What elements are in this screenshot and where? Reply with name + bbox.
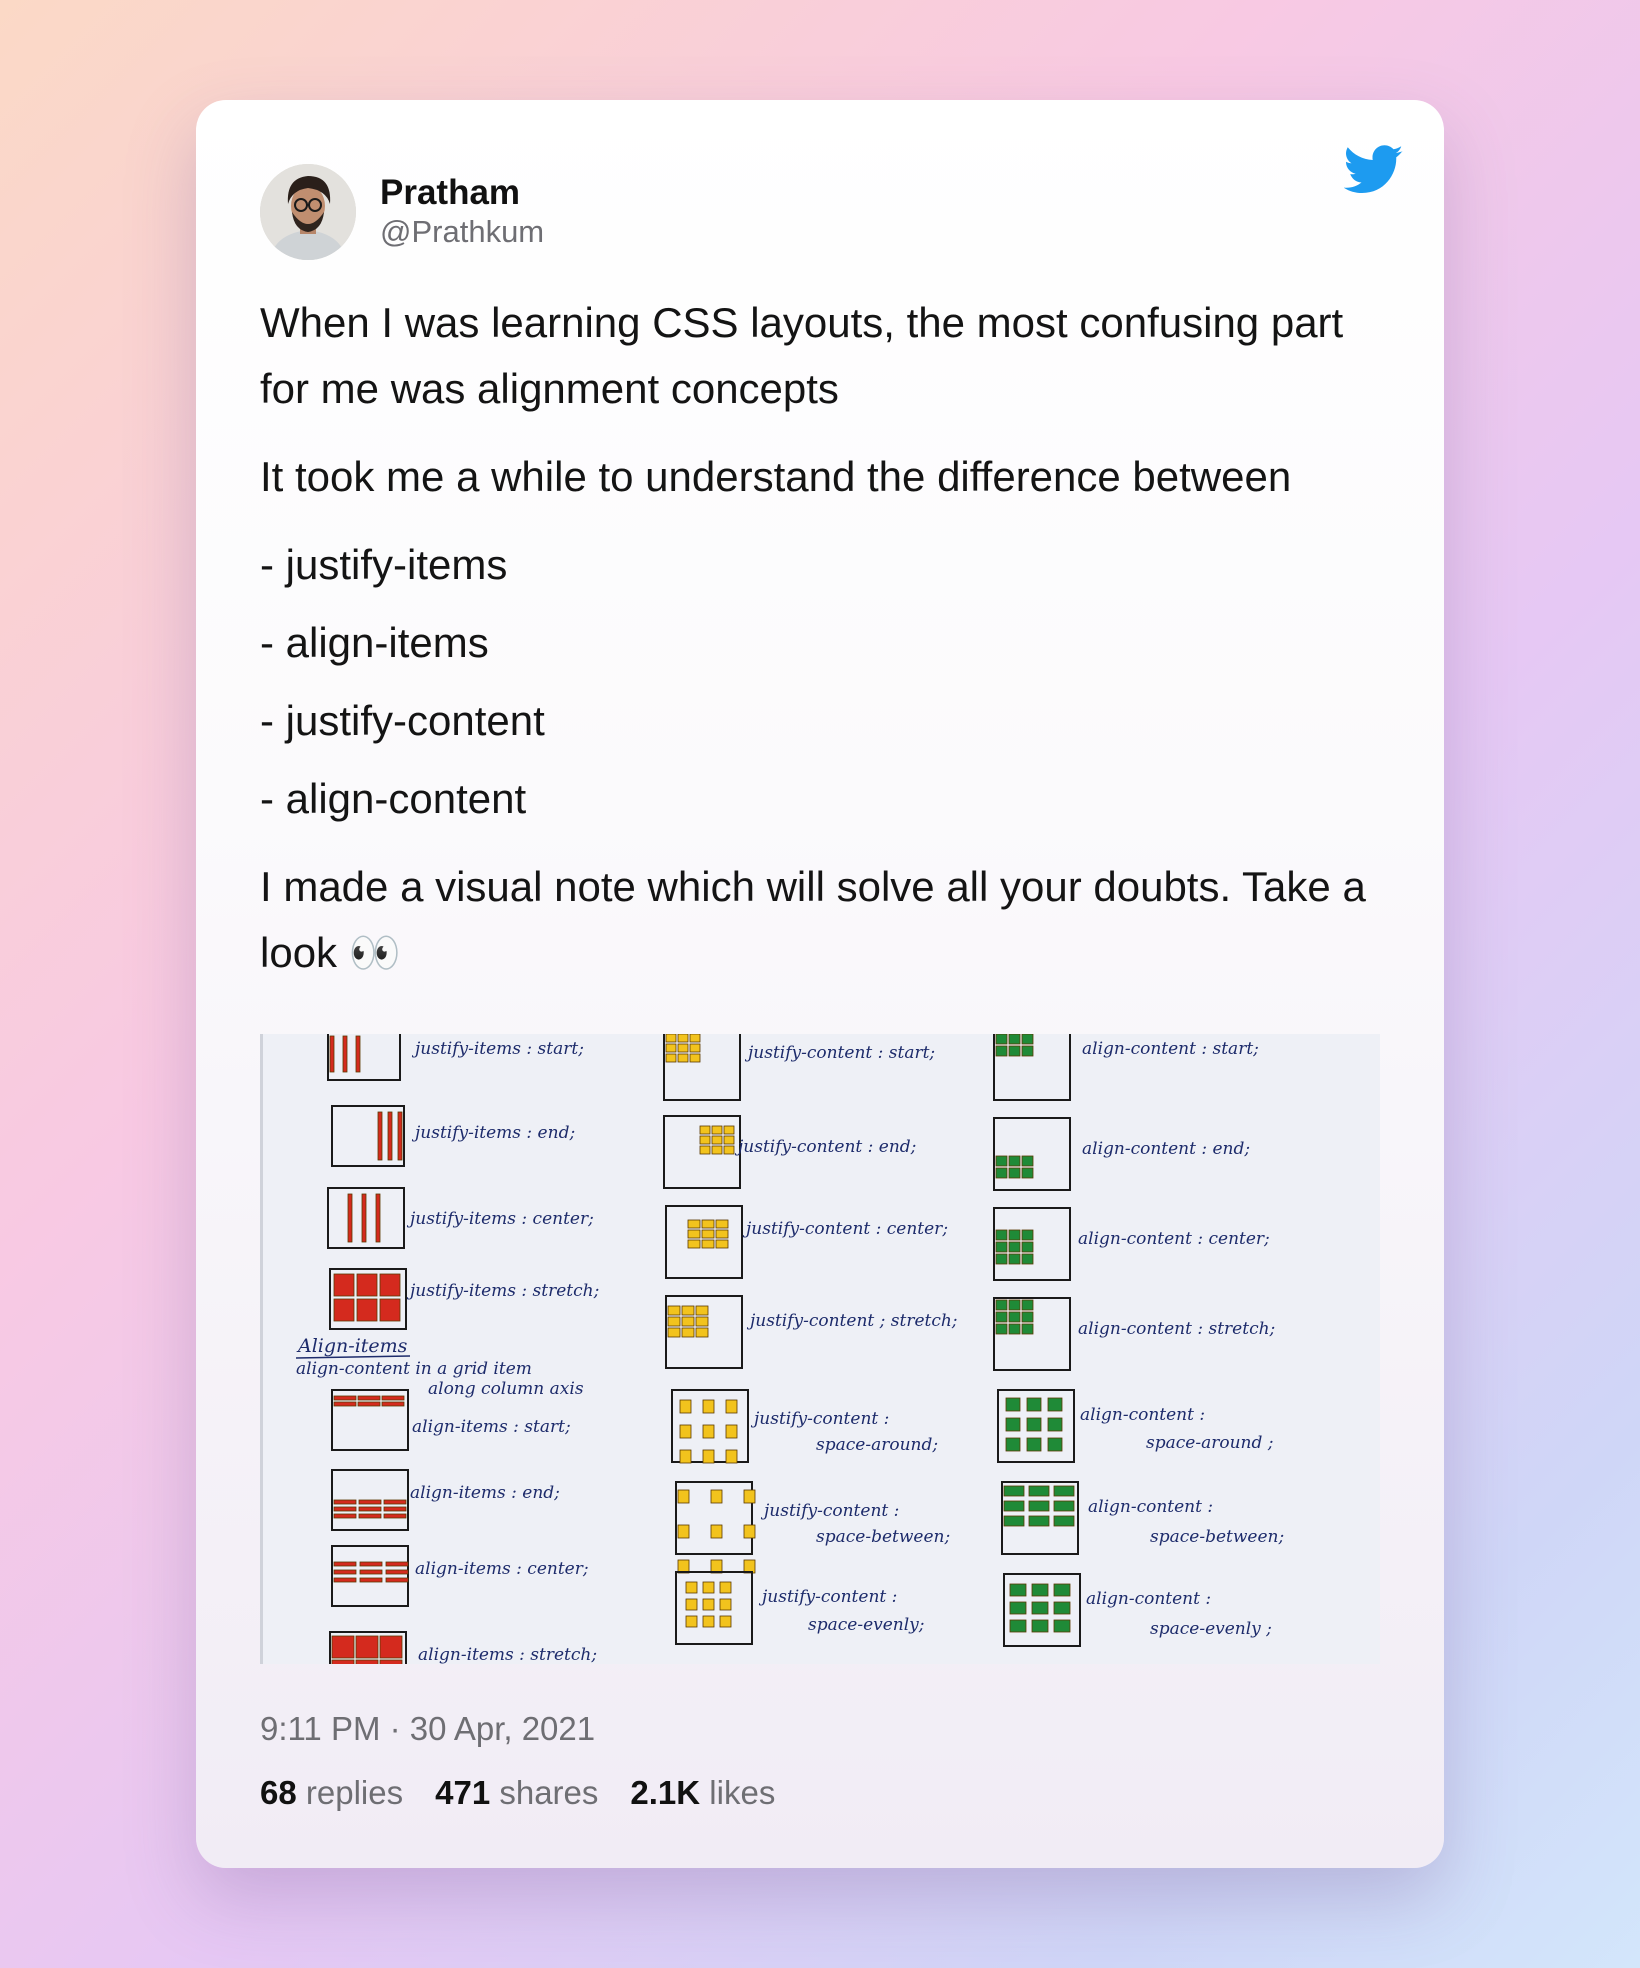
- twitter-bird-icon[interactable]: [1344, 144, 1404, 196]
- note-items-ac-center: [995, 1229, 1034, 1265]
- replies-label: replies: [305, 1774, 404, 1811]
- bullet-align-items: - align-items: [260, 619, 489, 666]
- note-label-jc-space-around-2: space-around;: [816, 1435, 938, 1455]
- note-label-ji-start: justify-items : start;: [411, 1039, 584, 1059]
- note-label-ac-space-between-1: align-content :: [1088, 1497, 1213, 1517]
- note-label-ai-end: align-items : end;: [410, 1483, 560, 1503]
- likes-count: 2.1K: [630, 1774, 701, 1811]
- note-label-ac-end: align-content : end;: [1082, 1139, 1250, 1159]
- tweet-paragraph-2: It took me a while to understand the dif…: [260, 453, 1292, 500]
- note-items-jc-space-around: [679, 1399, 738, 1464]
- note-items-ac-stretch: [995, 1299, 1034, 1335]
- replies-count: 68: [260, 1774, 297, 1811]
- note-label-jc-end: justify-content : end;: [734, 1137, 916, 1157]
- note-label-ai-center: align-items : center;: [415, 1559, 589, 1579]
- paper-edge: [260, 1034, 263, 1664]
- note-label-ac-space-evenly-1: align-content :: [1086, 1589, 1211, 1609]
- avatar-image: [260, 164, 356, 260]
- note-label-jc-start: justify-content : start;: [744, 1043, 935, 1063]
- note-heading-align-items: Align-items: [296, 1335, 408, 1357]
- note-items-ac-space-between: [1003, 1485, 1075, 1527]
- note-label-ac-start: align-content : start;: [1082, 1039, 1259, 1059]
- note-subheading-2: along column axis: [428, 1379, 584, 1399]
- note-label-ac-stretch: align-content : stretch;: [1078, 1319, 1275, 1339]
- tweet-card: Pratham @Prathkum When I was learning CS…: [196, 100, 1444, 1868]
- note-label-ac-space-between-2: space-between;: [1150, 1527, 1284, 1547]
- shares-label: shares: [499, 1774, 599, 1811]
- note-label-jc-stretch: justify-content ; stretch;: [746, 1311, 958, 1331]
- note-label-jc-space-between-2: space-between;: [816, 1527, 950, 1547]
- note-items-jc-center: [687, 1219, 729, 1249]
- note-items-jc-end: [699, 1125, 735, 1155]
- note-items-ai-end: [333, 1499, 407, 1519]
- tweet-timestamp[interactable]: 9:11 PM · 30 Apr, 2021: [260, 1710, 595, 1748]
- note-items-jc-start: [665, 1034, 701, 1063]
- note-items-ac-space-around: [1005, 1397, 1063, 1452]
- note-label-ai-stretch: align-items : stretch;: [418, 1645, 597, 1664]
- author-names: Pratham @Prathkum: [380, 173, 544, 251]
- tweet-paragraph-3: I made a visual note which will solve al…: [260, 863, 1366, 976]
- note-label-ac-space-around-2: space-around ;: [1146, 1433, 1273, 1453]
- note-subheading-1: align-content in a grid item: [296, 1359, 532, 1379]
- note-label-ji-end: justify-items : end;: [411, 1123, 575, 1143]
- note-label-jc-space-around-1: justify-content :: [750, 1409, 889, 1429]
- note-label-jc-space-between-1: justify-content :: [760, 1501, 899, 1521]
- display-name[interactable]: Pratham: [380, 173, 544, 213]
- note-items-jc-stretch: [667, 1305, 709, 1338]
- shares-count: 471: [435, 1774, 491, 1811]
- tweet-stats: 68 replies 471 shares 2.1K likes: [260, 1774, 775, 1812]
- note-label-ac-space-around-1: align-content :: [1080, 1405, 1205, 1425]
- note-label-ji-stretch: justify-items : stretch;: [406, 1281, 599, 1301]
- note-items-jc-space-evenly: [685, 1581, 732, 1628]
- likes-label: likes: [709, 1774, 776, 1811]
- shares-stat[interactable]: 471 shares: [435, 1774, 598, 1812]
- avatar[interactable]: [260, 164, 356, 260]
- visual-note-drawing: justify-items : start; justify-items : en…: [260, 1034, 1380, 1664]
- note-items-ac-space-evenly: [1009, 1583, 1071, 1633]
- bullet-justify-content: - justify-content: [260, 697, 545, 744]
- note-label-ac-center: align-content : center;: [1078, 1229, 1270, 1249]
- note-label-ai-start: align-items : start;: [412, 1417, 571, 1437]
- replies-stat[interactable]: 68 replies: [260, 1774, 403, 1812]
- tweet-body: When I was learning CSS layouts, the mos…: [260, 290, 1390, 1008]
- note-items-ji-end: [377, 1111, 403, 1161]
- bullet-justify-items: - justify-items: [260, 541, 508, 588]
- note-label-ji-center: justify-items : center;: [406, 1209, 594, 1229]
- tweet-media-image[interactable]: justify-items : start; justify-items : en…: [260, 1034, 1380, 1664]
- note-label-jc-center: justify-content : center;: [742, 1219, 948, 1239]
- likes-stat[interactable]: 2.1K likes: [630, 1774, 775, 1812]
- note-label-ac-space-evenly-2: space-evenly ;: [1150, 1619, 1272, 1639]
- user-handle[interactable]: @Prathkum: [380, 213, 544, 251]
- note-items-ai-center: [333, 1561, 409, 1583]
- bullet-align-content: - align-content: [260, 775, 527, 822]
- tweet-header: Pratham @Prathkum: [260, 164, 544, 260]
- note-label-jc-space-evenly-1: justify-content :: [758, 1587, 897, 1607]
- note-label-jc-space-evenly-2: space-evenly;: [808, 1615, 925, 1635]
- tweet-paragraph-1: When I was learning CSS layouts, the mos…: [260, 299, 1344, 412]
- note-items-ai-stretch: [331, 1635, 403, 1664]
